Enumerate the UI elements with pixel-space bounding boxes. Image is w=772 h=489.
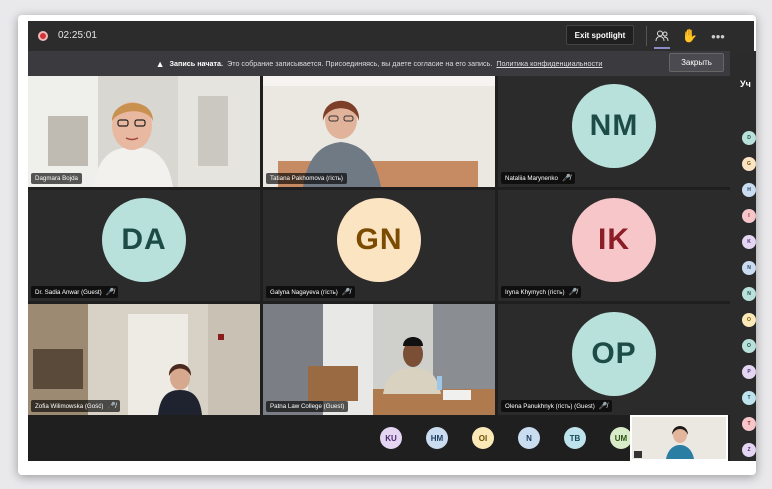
tile-name-dagmara: Dagmara Bojda (31, 173, 82, 184)
panel-avatar[interactable]: H (742, 183, 756, 197)
panel-avatar[interactable]: Z (742, 443, 756, 457)
overflow-avatar-tb[interactable]: TB (564, 427, 586, 449)
raise-hand-icon[interactable]: ✋ (680, 26, 700, 46)
panel-avatar[interactable]: N (742, 261, 756, 275)
meeting-timer: 02:25:01 (58, 30, 97, 41)
panel-avatar[interactable]: I (742, 209, 756, 223)
tile-name-patna: Patna Law College (Guest) (266, 401, 349, 412)
self-view-photo (632, 417, 726, 459)
overflow-avatar-n[interactable]: N (518, 427, 540, 449)
mic-off-icon: 🎤̸ (561, 175, 571, 182)
video-tile-tatiana[interactable]: Tatiana Pakhomova (гість) (263, 76, 495, 187)
panel-avatar[interactable]: O (742, 339, 756, 353)
mic-off-icon: 🎤̸ (598, 403, 608, 410)
recording-indicator-icon (38, 31, 48, 41)
screenshot-frame: 02:25:01 Exit spotlight ✋ ••• ▲ Запись н… (18, 15, 756, 475)
overflow-participant-strip: KU HM OI N TB UM (28, 415, 730, 461)
tile-name-iryna-text: Iryna Khymych (гість) (505, 289, 565, 296)
panel-avatar[interactable]: K (742, 235, 756, 249)
participants-active-underline (654, 47, 670, 49)
dagmara-video (28, 76, 260, 187)
avatar-da: DA (102, 197, 186, 282)
overflow-avatar-um[interactable]: UM (610, 427, 632, 449)
avatar-op: OP (572, 311, 656, 396)
panel-avatar[interactable]: P (742, 365, 756, 379)
notice-close-button[interactable]: Закрыть (669, 53, 724, 72)
avatar-ik: IK (572, 197, 656, 282)
overflow-avatar-hm[interactable]: HM (426, 427, 448, 449)
tile-name-galyna: Galyna Nagayeva (гість) 🎤̸ (266, 286, 355, 298)
tile-name-iryna: Iryna Khymych (гість) 🎤̸ (501, 286, 582, 298)
mic-off-icon: 🎤̸ (568, 289, 578, 296)
overflow-avatar-oi[interactable]: OI (472, 427, 494, 449)
recording-notice-banner: ▲ Запись начата. Это собрание записывает… (28, 51, 730, 76)
video-tile-nataliia[interactable]: NM Nataliia Marynenko 🎤̸ (498, 76, 730, 187)
tatiana-video (263, 76, 495, 187)
participants-icon[interactable] (652, 26, 672, 46)
warning-icon: ▲ (155, 58, 165, 69)
more-options-icon[interactable]: ••• (708, 26, 728, 46)
panel-avatar[interactable]: O (742, 313, 756, 327)
toolbar-divider (646, 26, 647, 46)
tile-name-sadia: Dr. Sadia Anwar (Guest) 🎤̸ (31, 286, 119, 298)
tile-name-galyna-text: Galyna Nagayeva (гість) (270, 289, 338, 296)
avatar-nm: NM (572, 83, 656, 168)
mic-off-icon: 🎤̸ (341, 289, 351, 296)
privacy-policy-link[interactable]: Политика конфиденциальности (496, 59, 602, 68)
video-grid: Dagmara Bojda Tatiana Pakhomova (гість) … (28, 76, 730, 415)
video-tile-patna[interactable]: Patna Law College (Guest) (263, 304, 495, 415)
video-tile-dagmara[interactable]: Dagmara Bojda (28, 76, 260, 187)
self-view-video[interactable] (630, 415, 728, 461)
panel-avatar[interactable]: G (742, 157, 756, 171)
zofia-video (28, 304, 260, 415)
notice-title: Запись начата. (169, 59, 224, 68)
meeting-top-bar: 02:25:01 Exit spotlight ✋ ••• (28, 21, 754, 51)
mic-off-icon: 🎤̸ (107, 403, 117, 410)
tile-name-nataliia-text: Nataliia Marynenko (505, 175, 558, 182)
video-tile-iryna[interactable]: IK Iryna Khymych (гість) 🎤̸ (498, 190, 730, 301)
tile-name-zofia-text: Zofia Wilimowska (Gość) (35, 403, 104, 410)
panel-avatar[interactable]: N (742, 287, 756, 301)
tile-name-tatiana: Tatiana Pakhomova (гість) (266, 173, 347, 184)
notice-text: Это собрание записывается. Присоединяясь… (227, 59, 493, 68)
overflow-avatar-ku[interactable]: KU (380, 427, 402, 449)
avatar-gn: GN (337, 197, 421, 282)
panel-avatar[interactable]: D (742, 131, 756, 145)
tile-name-olena: Olena Panukhnyk (гість) (Guest) 🎤̸ (501, 400, 612, 412)
patna-video (263, 304, 495, 415)
panel-avatar[interactable]: T (742, 417, 756, 431)
mic-off-icon: 🎤̸ (105, 289, 115, 296)
tile-name-sadia-text: Dr. Sadia Anwar (Guest) (35, 289, 102, 296)
participants-panel-title: Уч (740, 79, 751, 89)
exit-spotlight-button[interactable]: Exit spotlight (566, 25, 634, 45)
panel-avatar[interactable]: T (742, 391, 756, 405)
participants-panel: Уч D G H I K N N O O P T T Z (730, 51, 756, 461)
video-tile-sadia[interactable]: DA Dr. Sadia Anwar (Guest) 🎤̸ (28, 190, 260, 301)
video-tile-zofia[interactable]: Zofia Wilimowska (Gość) 🎤̸ (28, 304, 260, 415)
video-tile-galyna[interactable]: GN Galyna Nagayeva (гість) 🎤̸ (263, 190, 495, 301)
tile-name-olena-text: Olena Panukhnyk (гість) (Guest) (505, 403, 595, 410)
tile-name-zofia: Zofia Wilimowska (Gość) 🎤̸ (31, 400, 121, 412)
tile-name-nataliia: Nataliia Marynenko 🎤̸ (501, 172, 575, 184)
video-tile-olena[interactable]: OP Olena Panukhnyk (гість) (Guest) 🎤̸ (498, 304, 730, 415)
